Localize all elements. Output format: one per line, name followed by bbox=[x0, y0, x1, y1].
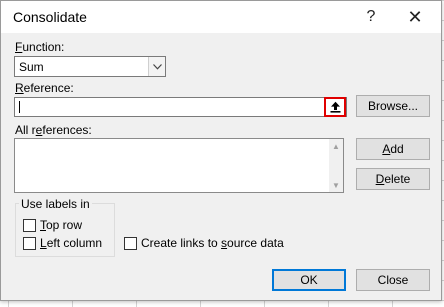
all-references-list[interactable]: ▲ ▼ bbox=[14, 138, 344, 193]
delete-button[interactable]: Delete bbox=[356, 168, 430, 190]
create-links-option[interactable]: Create links to source data bbox=[124, 236, 284, 250]
left-column-checkbox[interactable] bbox=[23, 236, 36, 250]
top-row-option[interactable]: Top row bbox=[23, 218, 82, 232]
left-column-label: Left column bbox=[40, 236, 103, 250]
scroll-down-icon[interactable]: ▼ bbox=[329, 178, 343, 192]
left-column-option[interactable]: Left column bbox=[23, 236, 102, 250]
function-selected-value: Sum bbox=[19, 60, 44, 74]
all-references-label: All references: bbox=[15, 123, 92, 137]
help-button[interactable]: ? bbox=[357, 5, 385, 29]
use-labels-legend: Use labels in bbox=[19, 197, 92, 211]
function-select[interactable]: Sum bbox=[14, 56, 166, 77]
vertical-scrollbar[interactable]: ▲ ▼ bbox=[329, 139, 343, 192]
create-links-checkbox[interactable] bbox=[124, 236, 137, 250]
dialog-title: Consolidate bbox=[13, 9, 87, 25]
text-caret bbox=[19, 101, 20, 113]
top-row-label: Top row bbox=[40, 218, 83, 232]
chevron-down-icon[interactable] bbox=[148, 57, 165, 76]
title-bar: Consolidate ? ✕ bbox=[1, 1, 441, 33]
create-links-label: Create links to source data bbox=[141, 236, 284, 250]
reference-input[interactable] bbox=[14, 97, 347, 117]
reference-label: Reference: bbox=[15, 81, 74, 95]
browse-button[interactable]: Browse... bbox=[356, 95, 430, 117]
consolidate-dialog: Consolidate ? ✕ Function: Sum Reference:… bbox=[0, 0, 442, 301]
add-button[interactable]: Add bbox=[356, 138, 430, 160]
ok-button[interactable]: OK bbox=[272, 269, 346, 291]
upload-arrow-icon bbox=[330, 101, 340, 113]
close-button[interactable]: Close bbox=[356, 269, 430, 291]
top-row-checkbox[interactable] bbox=[23, 218, 36, 232]
function-label: Function: bbox=[15, 40, 65, 54]
collapse-dialog-button[interactable] bbox=[324, 97, 346, 117]
scroll-up-icon[interactable]: ▲ bbox=[329, 139, 343, 153]
close-icon[interactable]: ✕ bbox=[401, 5, 429, 29]
